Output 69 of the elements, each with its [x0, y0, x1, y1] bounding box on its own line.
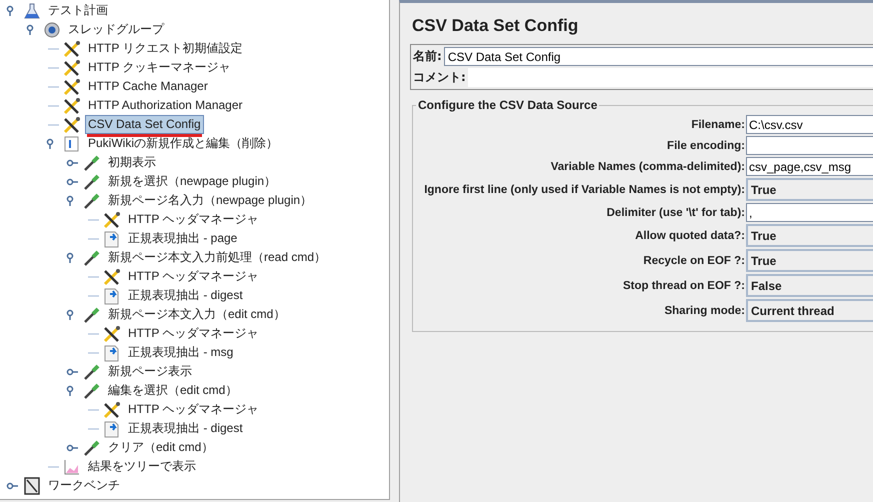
tree-item[interactable]: 正規表現抽出 - digest	[125, 419, 246, 438]
dropdown-field[interactable]: False	[746, 274, 873, 297]
chart-icon	[62, 458, 82, 476]
tree-item[interactable]: 正規表現抽出 - digest	[125, 286, 246, 305]
tree-item[interactable]: 新規ページ本文入力（edit cmd）	[105, 305, 288, 324]
flask-icon	[22, 2, 42, 20]
tools-icon	[62, 40, 82, 58]
group-legend: Configure the CSV Data Source	[416, 98, 600, 112]
text-field[interactable]: C:\csv.csv	[746, 115, 873, 134]
tree-item[interactable]: HTTP ヘッダマネージャ	[125, 400, 262, 419]
field-label: Variable Names (comma-delimited):	[550, 160, 745, 172]
pipette-icon	[82, 192, 102, 210]
tree-item[interactable]: 正規表現抽出 - msg	[125, 343, 236, 362]
tools-icon	[62, 78, 82, 96]
pipette-icon	[82, 306, 102, 324]
dropdown-field[interactable]: True	[746, 178, 873, 201]
pipette-icon	[82, 362, 102, 380]
tree-item[interactable]: HTTP ヘッダマネージャ	[125, 267, 262, 286]
field-label: コメント:	[413, 69, 466, 86]
pipette-icon	[82, 382, 102, 400]
field-label: Stop thread on EOF ?:	[622, 280, 745, 292]
field-label: Recycle on EOF ?:	[643, 254, 745, 266]
tools-icon	[62, 116, 82, 134]
tree-item[interactable]: HTTP クッキーマネージャ	[85, 58, 234, 77]
tree-item[interactable]: 新規ページ表示	[105, 362, 195, 381]
tree-item[interactable]: クリア（edit cmd）	[105, 438, 216, 457]
pipette-icon	[82, 438, 102, 456]
tools-icon	[102, 268, 122, 286]
tree-item[interactable]: CSV Data Set Config	[85, 115, 204, 134]
notepad-icon	[22, 476, 42, 494]
field-label: Allow quoted data?:	[635, 230, 745, 242]
pipette-icon	[82, 172, 102, 190]
dropdown-field[interactable]: True	[746, 249, 873, 272]
text-field[interactable]	[746, 136, 873, 155]
dropdown-field[interactable]: Current thread	[746, 299, 873, 322]
tree-item[interactable]: HTTP ヘッダマネージャ	[125, 324, 262, 343]
tree-item[interactable]: 編集を選択（edit cmd）	[105, 381, 240, 400]
tree-item[interactable]: 結果をツリーで表示	[85, 457, 199, 476]
tools-icon	[102, 210, 122, 228]
tree-item[interactable]: スレッドグループ	[65, 20, 167, 39]
tree-item[interactable]: ワークベンチ	[45, 476, 123, 495]
tree-item[interactable]: PukiWikiの新規作成と編集（削除）	[85, 134, 282, 153]
tree-item[interactable]: 新規を選択（newpage plugin）	[105, 172, 280, 191]
tree-item[interactable]: HTTP ヘッダマネージャ	[125, 210, 262, 229]
panel-title: CSV Data Set Config	[412, 16, 580, 36]
tools-icon	[102, 324, 122, 342]
tree-item[interactable]: 正規表現抽出 - page	[125, 229, 240, 248]
tree-item[interactable]: HTTP Cache Manager	[85, 77, 211, 96]
dropdown-field[interactable]: True	[746, 224, 873, 247]
field-label: 名前:	[413, 48, 442, 65]
field-label: Filename:	[691, 118, 745, 130]
tree-item[interactable]: 初期表示	[105, 153, 159, 172]
tree-item[interactable]: HTTP リクエスト初期値設定	[85, 39, 246, 58]
text-field[interactable]: csv_page,csv_msg	[746, 157, 873, 176]
field-label: Ignore first line (only used if Variable Names is not empty):	[424, 184, 745, 196]
field-label: File encoding:	[667, 140, 745, 152]
pipette-icon	[82, 154, 102, 172]
tools-icon	[102, 400, 122, 418]
name-field[interactable]: CSV Data Set Config	[444, 47, 873, 66]
tree-item[interactable]: 新規ページ名入力（newpage plugin）	[105, 191, 316, 210]
tree-item[interactable]: テスト計画	[45, 1, 111, 20]
tree-item[interactable]: 新規ページ本文入力前処理（read cmd）	[105, 248, 330, 267]
field-label: Sharing mode:	[664, 304, 745, 316]
tree-item[interactable]: HTTP Authorization Manager	[85, 96, 246, 115]
text-field[interactable]: ,	[746, 203, 873, 222]
pipette-icon	[82, 248, 102, 266]
tools-icon	[62, 58, 82, 76]
tools-icon	[62, 96, 82, 114]
field-label: Delimiter (use '\t' for tab):	[606, 206, 745, 218]
